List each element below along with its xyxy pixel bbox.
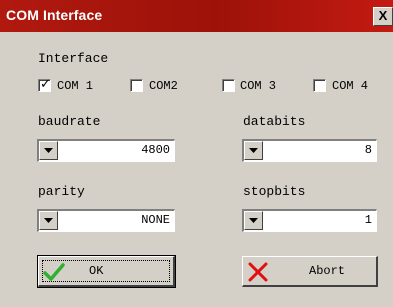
baudrate-dropdown-button[interactable]: [39, 141, 58, 160]
window-title: COM Interface: [6, 7, 103, 23]
chevron-down-icon: [44, 218, 53, 223]
abort-label: Abort: [309, 264, 346, 278]
check-icon: ✓: [40, 77, 51, 92]
close-button[interactable]: X: [373, 7, 393, 26]
ok-label: OK: [89, 264, 104, 278]
stopbits-select[interactable]: 1: [242, 209, 377, 232]
com-interface-dialog: COM Interface X Interface ✓ COM 1 COM2 C…: [0, 0, 393, 307]
parity-select[interactable]: NONE: [37, 209, 175, 232]
chevron-down-icon: [249, 218, 258, 223]
baudrate-value: 4800: [141, 143, 170, 157]
checkmark-icon: [43, 263, 65, 281]
parity-dropdown-button[interactable]: [39, 211, 58, 230]
com1-label: COM 1: [57, 79, 94, 93]
com2-label: COM2: [149, 79, 178, 93]
title-bar: COM Interface X: [0, 0, 393, 32]
databits-label: databits: [243, 114, 306, 129]
parity-label: parity: [38, 184, 85, 199]
databits-value: 8: [364, 143, 372, 157]
parity-value: NONE: [141, 213, 170, 227]
com2-checkbox[interactable]: [130, 79, 143, 92]
com4-checkbox[interactable]: [313, 79, 326, 92]
cross-icon: [248, 262, 268, 282]
stopbits-dropdown-button[interactable]: [244, 211, 263, 230]
databits-dropdown-button[interactable]: [244, 141, 263, 160]
stopbits-value: 1: [364, 213, 372, 227]
chevron-down-icon: [44, 148, 53, 153]
com3-checkbox[interactable]: [222, 79, 235, 92]
com3-label: COM 3: [240, 79, 277, 93]
ok-button[interactable]: OK: [37, 255, 176, 288]
stopbits-label: stopbits: [243, 184, 306, 199]
interface-label: Interface: [38, 51, 109, 66]
databits-select[interactable]: 8: [242, 139, 377, 162]
com4-label: COM 4: [332, 79, 369, 93]
baudrate-select[interactable]: 4800: [37, 139, 175, 162]
baudrate-label: baudrate: [38, 114, 101, 129]
abort-button[interactable]: Abort: [242, 256, 378, 287]
com1-checkbox[interactable]: ✓: [38, 77, 51, 92]
chevron-down-icon: [249, 148, 258, 153]
